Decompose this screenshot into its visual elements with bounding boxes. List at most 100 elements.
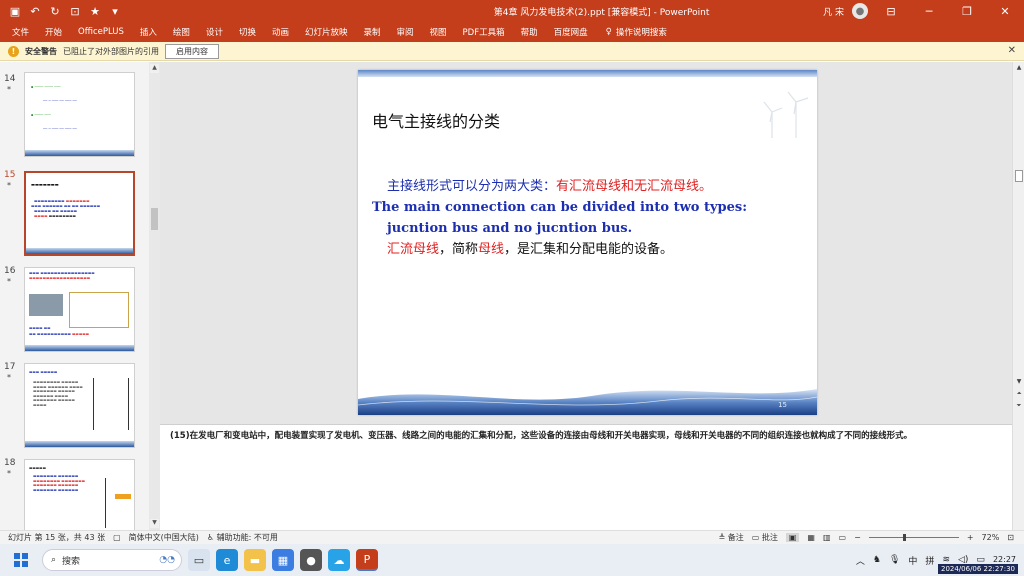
reading-view-icon[interactable]: ▥	[823, 533, 831, 542]
accessibility-indicator[interactable]: ♿ 辅助功能: 不可用	[207, 532, 278, 543]
comment-icon: ▭	[751, 533, 760, 542]
thumbnail-scrollbar[interactable]: ▲ ▼	[149, 62, 160, 530]
save-icon[interactable]: ▣	[8, 4, 22, 18]
comments-button[interactable]: ▭ 批注	[752, 532, 778, 543]
tab-review[interactable]: 审阅	[389, 26, 422, 38]
windows-start-icon[interactable]	[14, 553, 28, 567]
restore-icon[interactable]: ❐	[952, 5, 982, 18]
scroll-thumb[interactable]	[1015, 170, 1023, 182]
file-explorer-icon[interactable]: ▬	[244, 549, 266, 571]
body-line1-a: 主接线形式可以分为两大类：	[387, 179, 557, 194]
thumbnail-photo	[29, 294, 63, 316]
spell-check-icon[interactable]: ▢	[113, 533, 121, 542]
avatar[interactable]: ●	[852, 3, 868, 19]
notes-text[interactable]: (15)在发电厂和变电站中，配电装置实现了发电机、变压器、线路之间的电能的汇集和…	[170, 430, 1002, 442]
slide-thumbnail-15[interactable]: ▬▬▬▬▬▬▬ ▬▬▬▬▬▬▬▬▬ ▬▬▬▬▬▬▬ ▬▬▬ ▬▬▬▬▬▬ ▬▬ …	[24, 171, 135, 256]
tab-draw[interactable]: 绘图	[165, 26, 198, 38]
from-beginning-icon[interactable]: ⊡	[68, 4, 82, 18]
close-warning-icon[interactable]: ✕	[1008, 45, 1016, 56]
ime-mode[interactable]: 中	[908, 554, 917, 567]
powerpoint-icon[interactable]: P	[356, 549, 378, 571]
edge-icon[interactable]: e	[216, 549, 238, 571]
ribbon-tabs: 文件 开始 OfficePLUS 插入 绘图 设计 切换 动画 幻灯片放映 录制…	[0, 22, 1024, 42]
slide-number: 15	[778, 401, 787, 409]
tell-me-search[interactable]: ♀ 操作说明搜索	[596, 26, 667, 38]
wind-turbine-graphic	[763, 91, 809, 138]
notes-pane[interactable]: (15)在发电厂和变电站中，配电装置实现了发电机、变压器、线路之间的电能的汇集和…	[160, 424, 1012, 530]
cloud-app-icon[interactable]: ☁	[328, 549, 350, 571]
slide-editing-area: 电气主接线的分类 主接线形式可以分为两大类：有汇流母线和无汇流母线。 The m…	[160, 62, 1012, 424]
slide-body[interactable]: 主接线形式可以分为两大类：有汇流母线和无汇流母线。 The main conne…	[372, 176, 802, 260]
thumbnail-diagram	[93, 378, 129, 430]
tab-baidu-netdisk[interactable]: 百度网盘	[546, 26, 596, 38]
zoom-slider[interactable]	[868, 534, 959, 541]
tab-file[interactable]: 文件	[10, 26, 37, 38]
slide-thumbnail-16[interactable]: ▬▬▬ ▬▬▬▬▬▬▬▬▬▬▬▬▬▬▬▬ ▬▬▬▬▬▬▬▬▬▬▬▬▬▬▬▬▬▬ …	[24, 267, 135, 352]
scroll-up-icon[interactable]: ▲	[150, 64, 159, 73]
tab-record[interactable]: 录制	[356, 26, 389, 38]
thumbnail-number: 17	[4, 362, 16, 372]
next-slide-icon[interactable]: ⏷	[1014, 402, 1024, 411]
minimize-icon[interactable]: ─	[914, 5, 944, 18]
slide-title[interactable]: 电气主接线的分类	[372, 108, 500, 132]
title-bar: ▣ ↶ ↻ ⊡ ★ ▾ 第4章 风力发电技术(2).ppt [兼容模式] - P…	[0, 0, 1024, 22]
close-icon[interactable]: ✕	[990, 5, 1020, 18]
microphone-icon[interactable]: 🎙	[889, 555, 900, 565]
tray-app-icon[interactable]: ♞	[873, 555, 881, 565]
thumbnail-star: *	[7, 277, 11, 286]
tab-design[interactable]: 设计	[198, 26, 231, 38]
search-icon: ⌕	[51, 555, 57, 565]
zoom-in-icon[interactable]: +	[967, 533, 974, 542]
slide-thumbnail-14[interactable]: ▪ ──── ──── ─── ── ─ ─── ── ─── ── ▪ ───…	[24, 72, 135, 157]
slide-thumbnail-18[interactable]: ▬▬▬▬▬ ▬▬▬▬▬▬▬ ▬▬▬▬▬▬ ▬▬▬▬▬▬▬▬ ▬▬▬▬▬▬▬ ▬▬…	[24, 459, 135, 530]
tray-chevron-icon[interactable]: ︿	[856, 554, 865, 567]
body-line4-a: 汇流母线	[387, 242, 440, 257]
thumbnail-number: 18	[4, 458, 16, 468]
app-icon[interactable]: ●	[300, 549, 322, 571]
body-line4-c: 母线	[478, 242, 505, 257]
fit-to-window-icon[interactable]: ⊡	[1007, 533, 1014, 542]
ribbon-display-icon[interactable]: ⊟	[876, 5, 906, 18]
user-name[interactable]: 凡 宋	[823, 5, 844, 18]
body-line1-b: 有汇流母线和无汇流母线。	[556, 179, 713, 194]
undo-icon[interactable]: ↶	[28, 4, 42, 18]
slide-scrollbar[interactable]: ▲ ▼ ⏶ ⏷	[1012, 62, 1024, 531]
previous-slide-icon[interactable]: ⏶	[1014, 390, 1024, 399]
tab-transitions[interactable]: 切换	[231, 26, 264, 38]
slide-thumbnail-17[interactable]: ▬▬▬ ▬▬▬▬▬ ▬▬▬▬▬▬▬▬ ▬▬▬▬▬ ▬▬▬▬ ▬▬▬▬▬▬ ▬▬▬…	[24, 363, 135, 448]
tab-animations[interactable]: 动画	[264, 26, 297, 38]
tab-insert[interactable]: 插入	[132, 26, 165, 38]
language-indicator[interactable]: 简体中文(中国大陆)	[129, 532, 199, 543]
star-icon[interactable]: ★	[88, 4, 102, 18]
thumbnail-diagram	[105, 478, 129, 528]
scroll-down-icon[interactable]: ▼	[1014, 378, 1024, 387]
task-view-icon[interactable]: ▭	[188, 549, 210, 571]
enable-content-button[interactable]: 启用内容	[165, 43, 219, 59]
tab-view[interactable]: 视图	[422, 26, 455, 38]
slideshow-icon[interactable]: ▭	[839, 533, 847, 542]
tab-slideshow[interactable]: 幻灯片放映	[297, 26, 356, 38]
normal-view-icon[interactable]: ▣	[785, 533, 800, 542]
ime-pinyin[interactable]: 拼	[925, 554, 934, 567]
tab-pdf-tools[interactable]: PDF工具箱	[455, 26, 513, 38]
scroll-up-icon[interactable]: ▲	[1014, 64, 1024, 73]
status-bar: 幻灯片 第 15 张，共 43 张 ▢ 简体中文(中国大陆) ♿ 辅助功能: 不…	[0, 530, 1024, 544]
tab-officeplus[interactable]: OfficePLUS	[70, 27, 132, 37]
zoom-out-icon[interactable]: −	[854, 533, 861, 542]
redo-icon[interactable]: ↻	[48, 4, 62, 18]
scroll-thumb[interactable]	[151, 208, 158, 230]
notes-button[interactable]: ≜ 备注	[719, 532, 744, 543]
taskbar: ⌕ 搜索 ◔◔ ▭ e ▬ ▦ ● ☁ P ︿ ♞ 🎙 中 拼 ≋ ◁) ▭ 2…	[0, 544, 1024, 576]
taskbar-search[interactable]: ⌕ 搜索 ◔◔	[42, 549, 182, 571]
zoom-slider-knob[interactable]	[902, 534, 906, 541]
tab-home[interactable]: 开始	[37, 26, 70, 38]
slide-sorter-icon[interactable]: ▦	[807, 533, 815, 542]
zoom-level[interactable]: 72%	[982, 533, 1000, 542]
tab-help[interactable]: 帮助	[513, 26, 546, 38]
scroll-down-icon[interactable]: ▼	[150, 519, 159, 528]
store-icon[interactable]: ▦	[272, 549, 294, 571]
current-slide[interactable]: 电气主接线的分类 主接线形式可以分为两大类：有汇流母线和无汇流母线。 The m…	[358, 70, 817, 415]
slide-count: 幻灯片 第 15 张，共 43 张	[8, 533, 106, 542]
notes-label: 备注	[727, 533, 744, 542]
customize-qat-icon[interactable]: ▾	[108, 4, 122, 18]
